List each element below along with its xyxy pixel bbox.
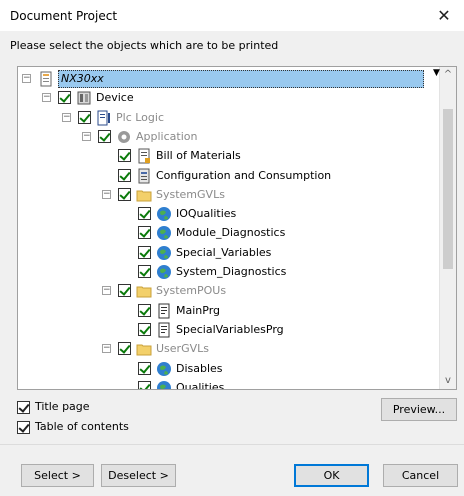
tree-item-label: Disables (176, 361, 223, 375)
collapse-toggle[interactable]: − (102, 189, 111, 199)
tree-checkbox[interactable] (138, 265, 151, 278)
tree-checkbox[interactable] (138, 322, 151, 336)
checkbox-box[interactable] (17, 421, 30, 434)
collapse-toggle[interactable]: − (82, 131, 91, 141)
application-gear-icon (116, 129, 132, 145)
cancel-button[interactable]: Cancel (383, 464, 458, 487)
tree-item-label: Bill of Materials (156, 149, 241, 163)
tree-checkbox[interactable] (138, 303, 151, 317)
select-button[interactable]: Select > (21, 464, 94, 487)
close-icon[interactable]: ✕ (424, 0, 464, 31)
tree-checkbox[interactable] (138, 245, 151, 259)
tree-item-label: SpecialVariablesPrg (176, 322, 284, 336)
tree-item[interactable]: − Application (18, 127, 438, 147)
tree-checkbox[interactable] (118, 168, 131, 182)
tree-checkbox[interactable] (58, 91, 71, 105)
globe-icon (156, 264, 172, 280)
tree-item-label: IOQualities (176, 207, 237, 221)
globe-icon (156, 361, 172, 377)
tree-item[interactable]: − UserGVLs (18, 339, 438, 359)
scroll-up-icon[interactable]: ^ (440, 67, 456, 83)
tree-checkbox[interactable] (138, 207, 151, 221)
pou-document-icon (156, 303, 172, 319)
tree-item-label: Special_Variables (176, 245, 272, 259)
tree-item[interactable]: SpecialVariablesPrg (18, 320, 438, 340)
tree-item-label: Plc Logic (116, 110, 164, 124)
collapse-toggle[interactable]: − (22, 74, 31, 83)
table-of-contents-label: Table of contents (35, 420, 129, 433)
folder-icon (136, 341, 152, 357)
tree-item[interactable]: Special_Variables (18, 243, 438, 263)
tree-item[interactable]: − Device (18, 88, 438, 108)
scroll-thumb[interactable] (443, 109, 453, 269)
tree-item-label: Module_Diagnostics (176, 226, 286, 240)
tree-item-label: NX30xx (58, 70, 424, 88)
tree-item-label: Configuration and Consumption (156, 168, 332, 182)
globe-icon (156, 206, 172, 222)
divider (0, 444, 464, 445)
tree-checkbox[interactable] (138, 226, 151, 240)
tree-checkbox[interactable] (78, 110, 91, 124)
dropdown-arrow-icon[interactable]: ▼ (432, 66, 441, 80)
globe-icon (156, 225, 172, 241)
tree-checkbox[interactable] (118, 284, 131, 298)
globe-icon (156, 245, 172, 261)
tree-item[interactable]: System_Diagnostics (18, 262, 438, 282)
tree-item[interactable]: Disables (18, 359, 438, 379)
globe-icon (156, 380, 172, 389)
collapse-toggle[interactable]: − (102, 344, 111, 354)
folder-icon (136, 187, 152, 203)
checkbox-box[interactable] (17, 401, 30, 414)
title-page-label: Title page (35, 400, 90, 413)
tree-item-label: MainPrg (176, 303, 221, 317)
deselect-button[interactable]: Deselect > (101, 464, 176, 487)
collapse-toggle[interactable]: − (62, 112, 71, 122)
ok-button[interactable]: OK (294, 464, 369, 487)
tree-item-label: System_Diagnostics (176, 265, 287, 278)
tree-checkbox[interactable] (118, 187, 131, 201)
tree-item[interactable]: Module_Diagnostics (18, 223, 438, 243)
device-icon (76, 90, 92, 106)
tree-item-label: Device (96, 91, 134, 105)
tree-checkbox[interactable] (138, 380, 151, 389)
collapse-toggle[interactable]: − (42, 93, 51, 103)
tree-item[interactable]: Qualities (18, 378, 438, 390)
tree-checkbox[interactable] (98, 129, 111, 143)
collapse-toggle[interactable]: − (102, 286, 111, 296)
tree-item-label: Qualities (176, 380, 225, 390)
tree-item[interactable]: − Plc Logic (18, 108, 438, 128)
tree-checkbox[interactable] (118, 342, 131, 356)
plc-logic-icon (96, 110, 112, 126)
tree-item[interactable]: − SystemPOUs (18, 281, 438, 301)
tree-checkbox[interactable] (118, 149, 131, 163)
bill-of-materials-icon (136, 148, 152, 164)
tree-item[interactable]: Bill of Materials (18, 146, 438, 166)
tree-item[interactable]: − NX30xx (18, 69, 438, 89)
tree-scrollbar[interactable]: ^ v (439, 67, 456, 389)
scroll-down-icon[interactable]: v (440, 373, 456, 389)
folder-icon (136, 283, 152, 299)
instructions-label: Please select the objects which are to b… (10, 39, 279, 52)
tree-item[interactable]: Configuration and Consumption (18, 166, 438, 186)
tree-item[interactable]: − SystemGVLs (18, 185, 438, 205)
tree-item-label: SystemPOUs (156, 284, 227, 298)
tree-item-label: Application (136, 129, 198, 143)
tree-item[interactable]: IOQualities (18, 204, 438, 224)
tree-item[interactable]: MainPrg (18, 301, 438, 321)
pou-document-icon (156, 322, 172, 338)
tree-item-label: UserGVLs (156, 342, 209, 356)
tree-checkbox[interactable] (138, 361, 151, 375)
title-bar: Document Project ✕ (0, 0, 464, 31)
object-tree[interactable]: ^ v − NX30xx − Device − Plc Logic − Application… (17, 66, 457, 390)
preview-button[interactable]: Preview... (381, 398, 457, 421)
configuration-icon (136, 168, 152, 184)
project-icon (38, 71, 54, 87)
window-title: Document Project (10, 9, 118, 23)
tree-item-label: SystemGVLs (156, 187, 225, 201)
